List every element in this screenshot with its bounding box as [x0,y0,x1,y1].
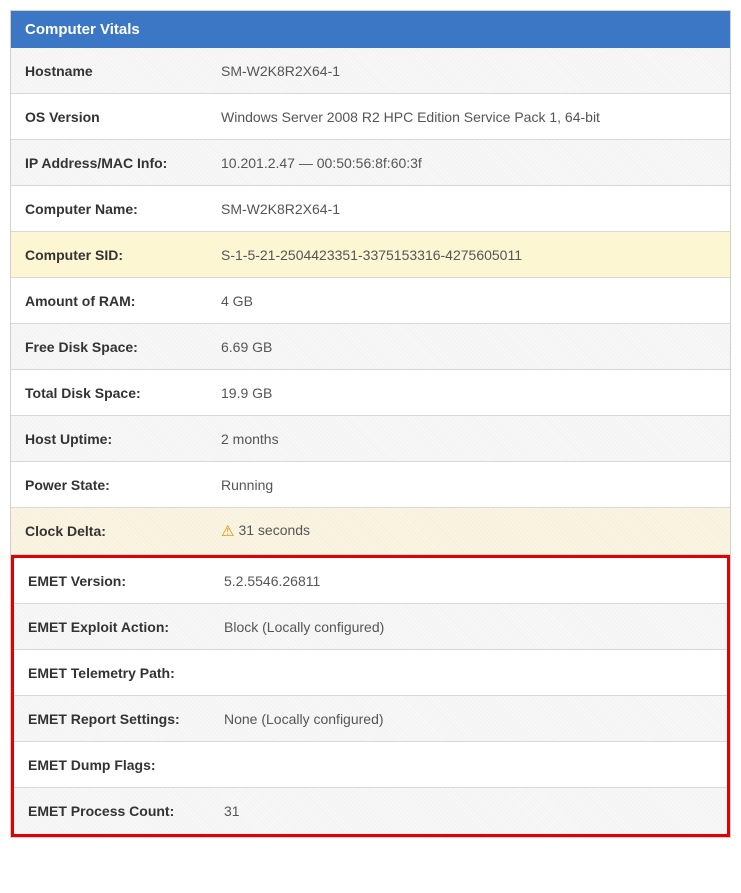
label-hostname: Hostname [11,49,211,93]
row-computer-name: Computer Name: SM-W2K8R2X64-1 [11,186,730,232]
label-clock-delta: Clock Delta: [11,509,211,553]
label-emet-exploit: EMET Exploit Action: [14,605,214,649]
value-emet-version: 5.2.5546.26811 [214,559,727,603]
row-uptime: Host Uptime: 2 months [11,416,730,462]
label-emet-telemetry: EMET Telemetry Path: [14,651,214,695]
label-emet-version: EMET Version: [14,559,214,603]
value-uptime: 2 months [211,417,730,461]
row-ram: Amount of RAM: 4 GB [11,278,730,324]
warning-icon: ⚠ [221,522,234,540]
row-emet-dump: EMET Dump Flags: [14,742,727,788]
value-power: Running [211,463,730,507]
label-uptime: Host Uptime: [11,417,211,461]
value-emet-report: None (Locally configured) [214,697,727,741]
value-free-disk: 6.69 GB [211,325,730,369]
emet-highlight-box: EMET Version: 5.2.5546.26811 EMET Exploi… [11,555,730,837]
label-total-disk: Total Disk Space: [11,371,211,415]
row-power: Power State: Running [11,462,730,508]
label-computer-name: Computer Name: [11,187,211,231]
row-computer-sid: Computer SID: S-1-5-21-2504423351-337515… [11,232,730,278]
clock-delta-text: 31 seconds [238,522,310,538]
value-ram: 4 GB [211,279,730,323]
value-emet-exploit: Block (Locally configured) [214,605,727,649]
value-os-version: Windows Server 2008 R2 HPC Edition Servi… [211,95,730,139]
value-computer-sid: S-1-5-21-2504423351-3375153316-427560501… [211,233,730,277]
label-ip-mac: IP Address/MAC Info: [11,141,211,185]
row-emet-process: EMET Process Count: 31 [14,788,727,834]
value-clock-delta: ⚠31 seconds [211,508,730,554]
row-os-version: OS Version Windows Server 2008 R2 HPC Ed… [11,94,730,140]
value-emet-telemetry [214,659,727,687]
label-os-version: OS Version [11,95,211,139]
row-ip-mac: IP Address/MAC Info: 10.201.2.47 — 00:50… [11,140,730,186]
row-hostname: Hostname SM-W2K8R2X64-1 [11,48,730,94]
label-ram: Amount of RAM: [11,279,211,323]
label-emet-dump: EMET Dump Flags: [14,743,214,787]
row-free-disk: Free Disk Space: 6.69 GB [11,324,730,370]
row-emet-exploit: EMET Exploit Action: Block (Locally conf… [14,604,727,650]
label-free-disk: Free Disk Space: [11,325,211,369]
value-ip-mac: 10.201.2.47 — 00:50:56:8f:60:3f [211,141,730,185]
label-power: Power State: [11,463,211,507]
panel-title: Computer Vitals [11,11,730,48]
value-total-disk: 19.9 GB [211,371,730,415]
value-emet-process: 31 [214,789,727,833]
row-emet-telemetry: EMET Telemetry Path: [14,650,727,696]
label-emet-process: EMET Process Count: [14,789,214,833]
value-hostname: SM-W2K8R2X64-1 [211,49,730,93]
computer-vitals-panel: Computer Vitals Hostname SM-W2K8R2X64-1 … [10,10,731,838]
row-emet-report: EMET Report Settings: None (Locally conf… [14,696,727,742]
row-emet-version: EMET Version: 5.2.5546.26811 [14,558,727,604]
row-clock-delta: Clock Delta: ⚠31 seconds [11,508,730,555]
value-computer-name: SM-W2K8R2X64-1 [211,187,730,231]
label-emet-report: EMET Report Settings: [14,697,214,741]
row-total-disk: Total Disk Space: 19.9 GB [11,370,730,416]
value-emet-dump [214,751,727,779]
label-computer-sid: Computer SID: [11,233,211,277]
